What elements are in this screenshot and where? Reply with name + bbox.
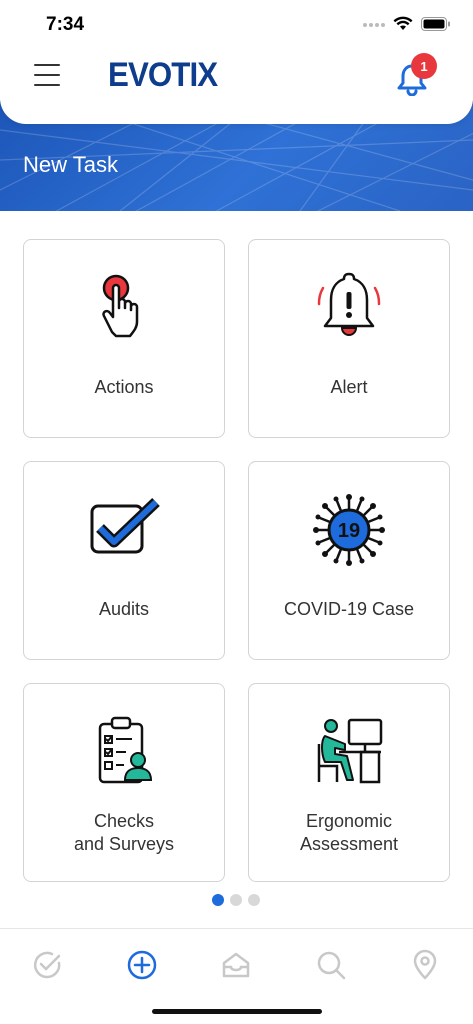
page-dot[interactable]	[230, 894, 242, 906]
task-card-ergonomic-assessment[interactable]: Ergonomic Assessment	[248, 683, 450, 882]
home-indicator	[152, 1009, 322, 1014]
hand-press-button-icon	[86, 270, 162, 346]
task-card-label: Ergonomic Assessment	[299, 811, 399, 854]
tab-location[interactable]	[409, 949, 441, 981]
add-circle-icon	[126, 950, 158, 985]
checkbox-icon	[86, 492, 162, 568]
task-card-label: Alert	[330, 377, 368, 397]
page-indicator	[212, 894, 260, 906]
alarm-bell-icon	[311, 270, 387, 346]
hamburger-menu-icon[interactable]	[34, 64, 60, 86]
task-card-label: Checks and Surveys	[73, 811, 175, 854]
battery-icon	[421, 16, 451, 36]
page-title: New Task	[23, 152, 118, 177]
task-card-label: COVID-19 Case	[283, 599, 415, 619]
status-bar: 7:34	[0, 0, 473, 50]
task-card-label: Actions	[94, 377, 154, 397]
task-card-actions[interactable]: Actions	[23, 239, 225, 438]
evotix-logo: EVOTIX	[108, 56, 218, 94]
clipboard-checklist-icon	[86, 714, 162, 790]
search-icon	[315, 951, 347, 985]
signal-icon	[363, 17, 385, 35]
task-card-audits[interactable]: Audits	[23, 461, 225, 660]
app-header: EVOTIX 1	[0, 40, 473, 124]
task-card-label: Audits	[98, 599, 150, 619]
location-pin-icon	[409, 949, 441, 985]
tab-search[interactable]	[315, 949, 347, 981]
notification-badge: 1	[411, 53, 437, 79]
page-dot[interactable]	[248, 894, 260, 906]
task-card-checks-and-surveys[interactable]: Checks and Surveys	[23, 683, 225, 882]
task-card-covid-19-case[interactable]: 19 COVID-19 Case	[248, 461, 450, 660]
status-time: 7:34	[46, 14, 85, 35]
inbox-icon	[220, 952, 252, 985]
svg-text:19: 19	[338, 520, 360, 542]
wifi-icon	[393, 16, 413, 36]
check-circle-icon	[31, 951, 63, 985]
tab-tasks[interactable]	[31, 949, 63, 981]
virus-icon: 19	[311, 492, 387, 568]
tab-inbox[interactable]	[220, 949, 252, 981]
task-card-alert[interactable]: Alert	[248, 239, 450, 438]
tab-new-task[interactable]	[126, 949, 158, 981]
page-dot[interactable]	[212, 894, 224, 906]
status-icons	[363, 16, 451, 36]
person-at-desk-icon	[311, 714, 387, 790]
